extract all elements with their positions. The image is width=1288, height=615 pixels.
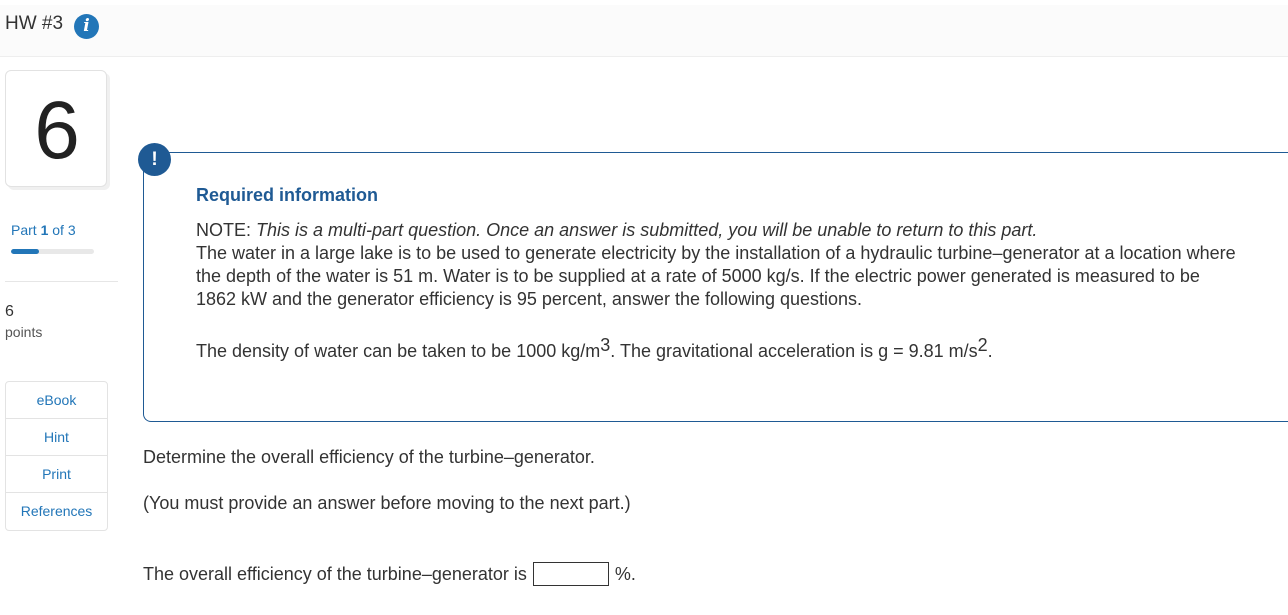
end-period: . [987, 341, 993, 361]
required-info-text: NOTE: This is a multi-part question. Onc… [196, 219, 1236, 311]
assignment-title: HW #3 [5, 13, 64, 34]
question-number-card: 6 [5, 70, 107, 187]
print-button[interactable]: Print [6, 456, 107, 493]
tools-panel: eBook Hint Print References [5, 381, 108, 531]
part-indicator: Part 1 of 3 [11, 222, 76, 238]
density-text: The density of water can be taken to be … [196, 341, 601, 361]
points-label: points [5, 324, 43, 340]
efficiency-answer-input[interactable] [532, 562, 609, 586]
part-current: 1 [40, 222, 49, 238]
part-total: 3 [67, 222, 76, 238]
info-icon[interactable]: i [74, 14, 99, 39]
note-label: NOTE: [196, 220, 252, 240]
references-button[interactable]: References [6, 493, 107, 530]
required-info-title: Required information [196, 185, 379, 205]
question-prompt: Determine the overall efficiency of the … [143, 447, 595, 467]
question-instruction: (You must provide an answer before movin… [143, 493, 631, 513]
answer-unit: %. [614, 563, 636, 584]
constants-text: The density of water can be taken to be … [196, 335, 1236, 364]
hint-button[interactable]: Hint [6, 419, 107, 456]
question-number: 6 [34, 85, 80, 176]
density-exponent: 3 [600, 335, 611, 355]
answer-row: The overall efficiency of the turbine–ge… [143, 562, 636, 586]
part-progress-bar [11, 249, 94, 254]
note-text: This is a multi-part question. Once an a… [256, 220, 1038, 240]
ebook-button[interactable]: eBook [6, 382, 107, 419]
homework-page: HW #3 i 6 Part 1 of 3 6 points eBook Hin… [0, 0, 1288, 615]
answer-label: The overall efficiency of the turbine–ge… [143, 563, 527, 584]
part-separator: of [52, 222, 64, 238]
gravity-exponent: 2 [977, 335, 988, 355]
alert-icon: ! [138, 143, 171, 176]
sidebar-divider [5, 281, 118, 282]
assignment-header: HW #3 i [0, 5, 1288, 57]
points-value: 6 [5, 303, 14, 320]
gravity-text: . The gravitational acceleration is g = … [610, 341, 978, 361]
problem-statement: The water in a large lake is to be used … [196, 243, 1236, 309]
part-prefix: Part [11, 222, 37, 238]
part-progress-fill [11, 249, 39, 254]
